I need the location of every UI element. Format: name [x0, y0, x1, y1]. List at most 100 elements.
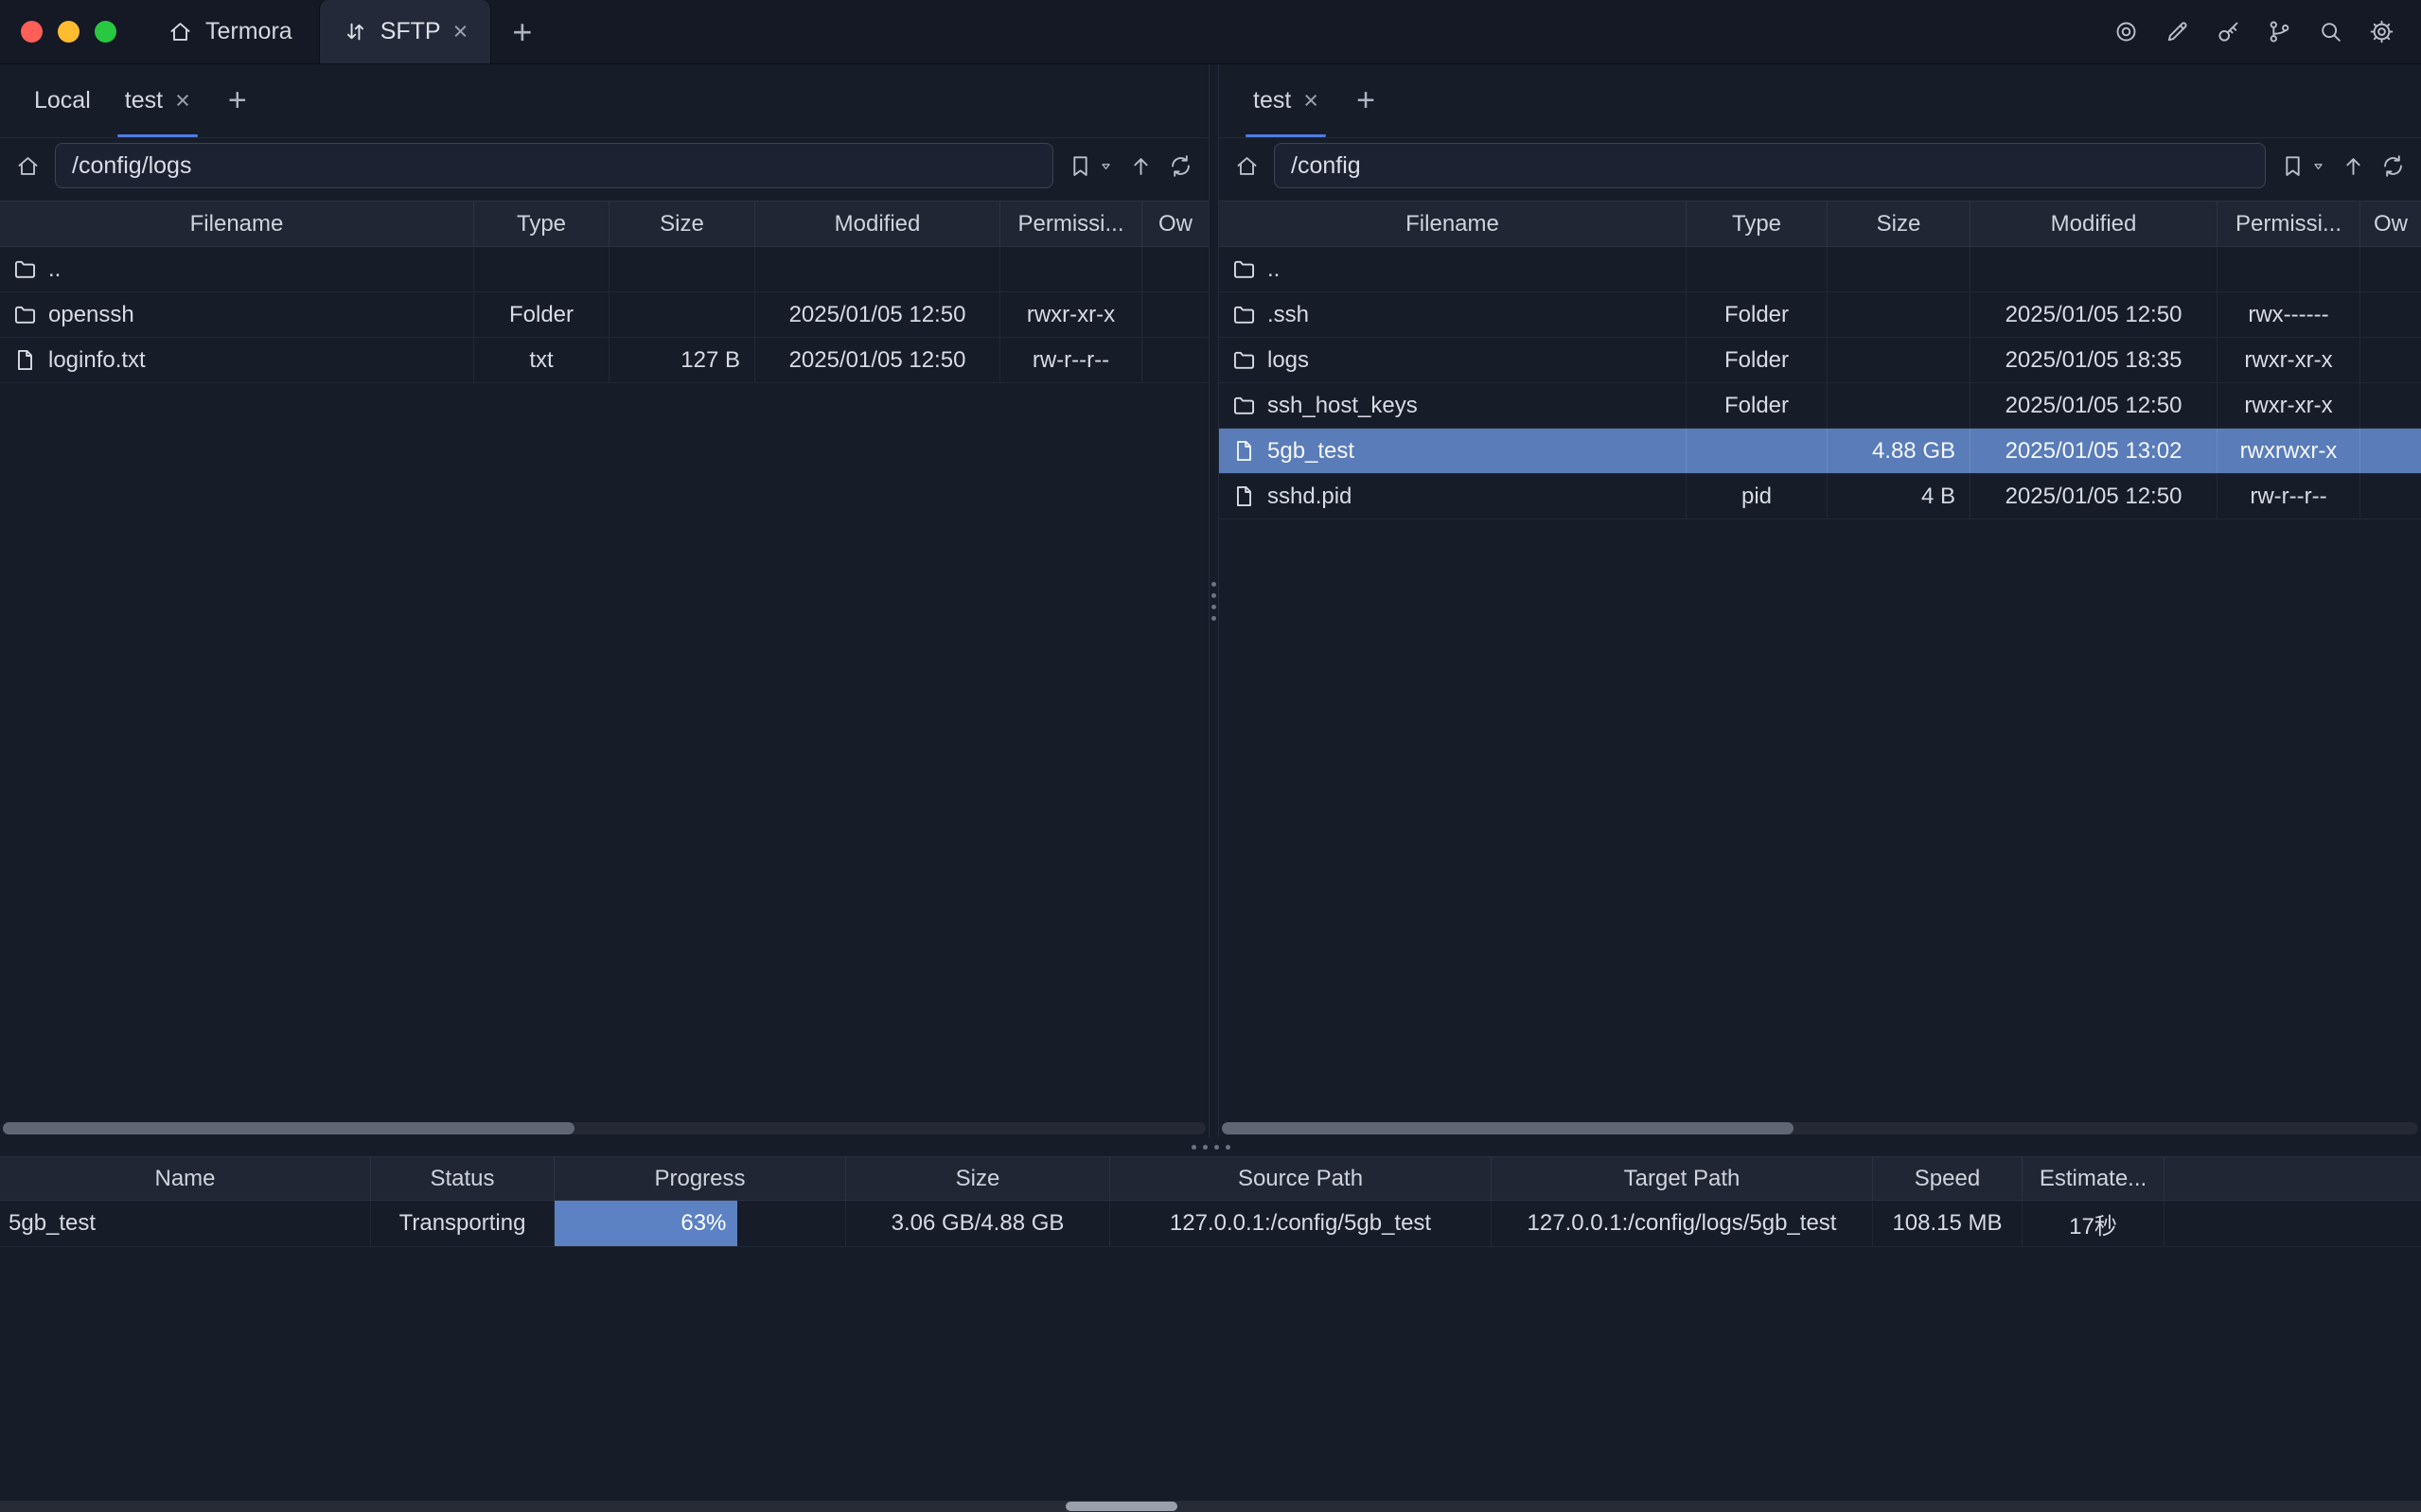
- search-icon: [2318, 19, 2343, 44]
- file-row-sshd-pid[interactable]: sshd.pid pid 4 B 2025/01/05 12:50 rw-r--…: [1219, 474, 2421, 519]
- left-home-button[interactable]: [15, 153, 41, 179]
- file-row-loginfo[interactable]: loginfo.txt txt 127 B 2025/01/05 12:50 r…: [0, 338, 1209, 383]
- zoom-window-button[interactable]: [95, 21, 116, 43]
- close-tab-icon[interactable]: ×: [175, 88, 190, 114]
- column-header-filename[interactable]: Filename: [1219, 202, 1687, 246]
- arrow-up-icon: [2341, 153, 2366, 179]
- bottom-horizontal-scrollbar[interactable]: [0, 1501, 2421, 1512]
- scrollbar-thumb[interactable]: [3, 1122, 574, 1134]
- minimize-window-button[interactable]: [58, 21, 80, 43]
- file-row-ssh-host-keys[interactable]: ssh_host_keys Folder 2025/01/05 12:50 rw…: [1219, 383, 2421, 429]
- column-header-name[interactable]: Name: [0, 1157, 371, 1200]
- close-window-button[interactable]: [21, 21, 43, 43]
- right-path-bar: [1219, 138, 2421, 201]
- column-header-speed[interactable]: Speed: [1873, 1157, 2023, 1200]
- transfer-filler-cell: [2165, 1201, 2421, 1246]
- column-header-filename[interactable]: Filename: [0, 202, 474, 246]
- column-header-progress[interactable]: Progress: [555, 1157, 846, 1200]
- right-horizontal-scrollbar[interactable]: [1222, 1122, 2418, 1134]
- filename: ..: [1267, 256, 1280, 283]
- right-table-header: Filename Type Size Modified Permissi... …: [1219, 201, 2421, 247]
- right-bookmarks-button[interactable]: [2280, 153, 2326, 179]
- type-cell: [1687, 247, 1828, 291]
- right-refresh-button[interactable]: [2380, 153, 2406, 179]
- column-header-owner[interactable]: Ow: [1142, 202, 1209, 246]
- file-row-ssh[interactable]: .ssh Folder 2025/01/05 12:50 rwx------: [1219, 292, 2421, 338]
- filename: ..: [48, 256, 61, 283]
- size-cell: 4.88 GB: [1828, 429, 1970, 473]
- column-header-source-path[interactable]: Source Path: [1110, 1157, 1492, 1200]
- permissions-cell: [1000, 247, 1142, 291]
- column-header-permissions[interactable]: Permissi...: [2218, 202, 2360, 246]
- folder-icon: [1231, 256, 1257, 282]
- modified-cell: [755, 247, 1000, 291]
- branch-icon: [2267, 19, 2292, 44]
- new-window-tab-button[interactable]: +: [491, 0, 553, 63]
- column-header-type[interactable]: Type: [474, 202, 610, 246]
- settings-button[interactable]: [2369, 19, 2394, 44]
- left-bookmarks-button[interactable]: [1068, 153, 1114, 179]
- column-header-size[interactable]: Size: [846, 1157, 1110, 1200]
- file-row-parent[interactable]: ..: [1219, 247, 2421, 292]
- close-tab-icon[interactable]: ×: [1303, 88, 1318, 114]
- tab-sftp[interactable]: SFTP ×: [319, 0, 492, 63]
- right-path-input[interactable]: [1274, 143, 2266, 188]
- column-header-estimate[interactable]: Estimate...: [2023, 1157, 2165, 1200]
- tab-test-right-label: test: [1253, 87, 1291, 114]
- branch-button[interactable]: [2267, 19, 2292, 44]
- column-header-owner[interactable]: Ow: [2360, 202, 2421, 246]
- column-header-status[interactable]: Status: [371, 1157, 555, 1200]
- column-header-filler: [2165, 1157, 2421, 1200]
- column-header-permissions[interactable]: Permissi...: [1000, 202, 1142, 246]
- scrollbar-thumb[interactable]: [1066, 1502, 1177, 1511]
- column-header-size[interactable]: Size: [1828, 202, 1970, 246]
- tab-test-left[interactable]: test ×: [115, 64, 200, 137]
- permissions-cell: rwxrwxr-x: [2218, 429, 2360, 473]
- right-parent-directory-button[interactable]: [2341, 153, 2366, 179]
- left-parent-directory-button[interactable]: [1128, 153, 1154, 179]
- record-icon: [2113, 19, 2139, 44]
- left-refresh-button[interactable]: [1168, 153, 1193, 179]
- file-row-openssh[interactable]: openssh Folder 2025/01/05 12:50 rwxr-xr-…: [0, 292, 1209, 338]
- transfer-splitter[interactable]: [0, 1137, 2421, 1156]
- right-new-tab-button[interactable]: +: [1347, 64, 1385, 137]
- file-row-logs[interactable]: logs Folder 2025/01/05 18:35 rwxr-xr-x: [1219, 338, 2421, 383]
- tab-local[interactable]: Local: [25, 64, 100, 137]
- modified-cell: 2025/01/05 12:50: [1970, 474, 2218, 519]
- file-icon: [1231, 438, 1257, 464]
- close-tab-icon[interactable]: ×: [453, 19, 468, 44]
- size-cell: [610, 247, 755, 291]
- permissions-cell: rw-r--r--: [1000, 338, 1142, 382]
- file-row-5gb-test-selected[interactable]: 5gb_test 4.88 GB 2025/01/05 13:02 rwxrwx…: [1219, 429, 2421, 474]
- transfer-row-5gb-test[interactable]: 5gb_test Transporting 63% 3.06 GB/4.88 G…: [0, 1201, 2421, 1247]
- file-row-parent[interactable]: ..: [0, 247, 1209, 292]
- edit-button[interactable]: [2165, 19, 2190, 44]
- folder-icon: [1231, 347, 1257, 373]
- record-button[interactable]: [2113, 19, 2139, 44]
- size-cell: [1828, 247, 1970, 291]
- splitter-handle-icon: [1211, 582, 1216, 621]
- panel-splitter[interactable]: [1209, 64, 1219, 1137]
- keys-button[interactable]: [2216, 19, 2241, 44]
- left-path-input[interactable]: [55, 143, 1053, 188]
- app-home-tab[interactable]: Termora: [141, 0, 319, 63]
- tab-test-right[interactable]: test ×: [1244, 64, 1328, 137]
- transfer-estimate-cell: 17秒: [2023, 1201, 2165, 1246]
- modified-cell: 2025/01/05 18:35: [1970, 338, 2218, 382]
- right-home-button[interactable]: [1234, 153, 1260, 179]
- column-header-modified[interactable]: Modified: [1970, 202, 2218, 246]
- search-button[interactable]: [2318, 19, 2343, 44]
- scrollbar-thumb[interactable]: [1222, 1122, 1794, 1134]
- left-new-tab-button[interactable]: +: [219, 64, 256, 137]
- column-header-type[interactable]: Type: [1687, 202, 1828, 246]
- column-header-target-path[interactable]: Target Path: [1492, 1157, 1873, 1200]
- column-header-size[interactable]: Size: [610, 202, 755, 246]
- column-header-modified[interactable]: Modified: [755, 202, 1000, 246]
- transfer-target-cell: 127.0.0.1:/config/logs/5gb_test: [1492, 1201, 1873, 1246]
- transfer-size-cell: 3.06 GB/4.88 GB: [846, 1201, 1110, 1246]
- left-horizontal-scrollbar[interactable]: [3, 1122, 1206, 1134]
- modified-cell: [1970, 247, 2218, 291]
- tab-sftp-label: SFTP: [380, 18, 441, 45]
- transfer-progress-cell: 63%: [555, 1201, 846, 1246]
- progress-label: 63%: [680, 1210, 726, 1237]
